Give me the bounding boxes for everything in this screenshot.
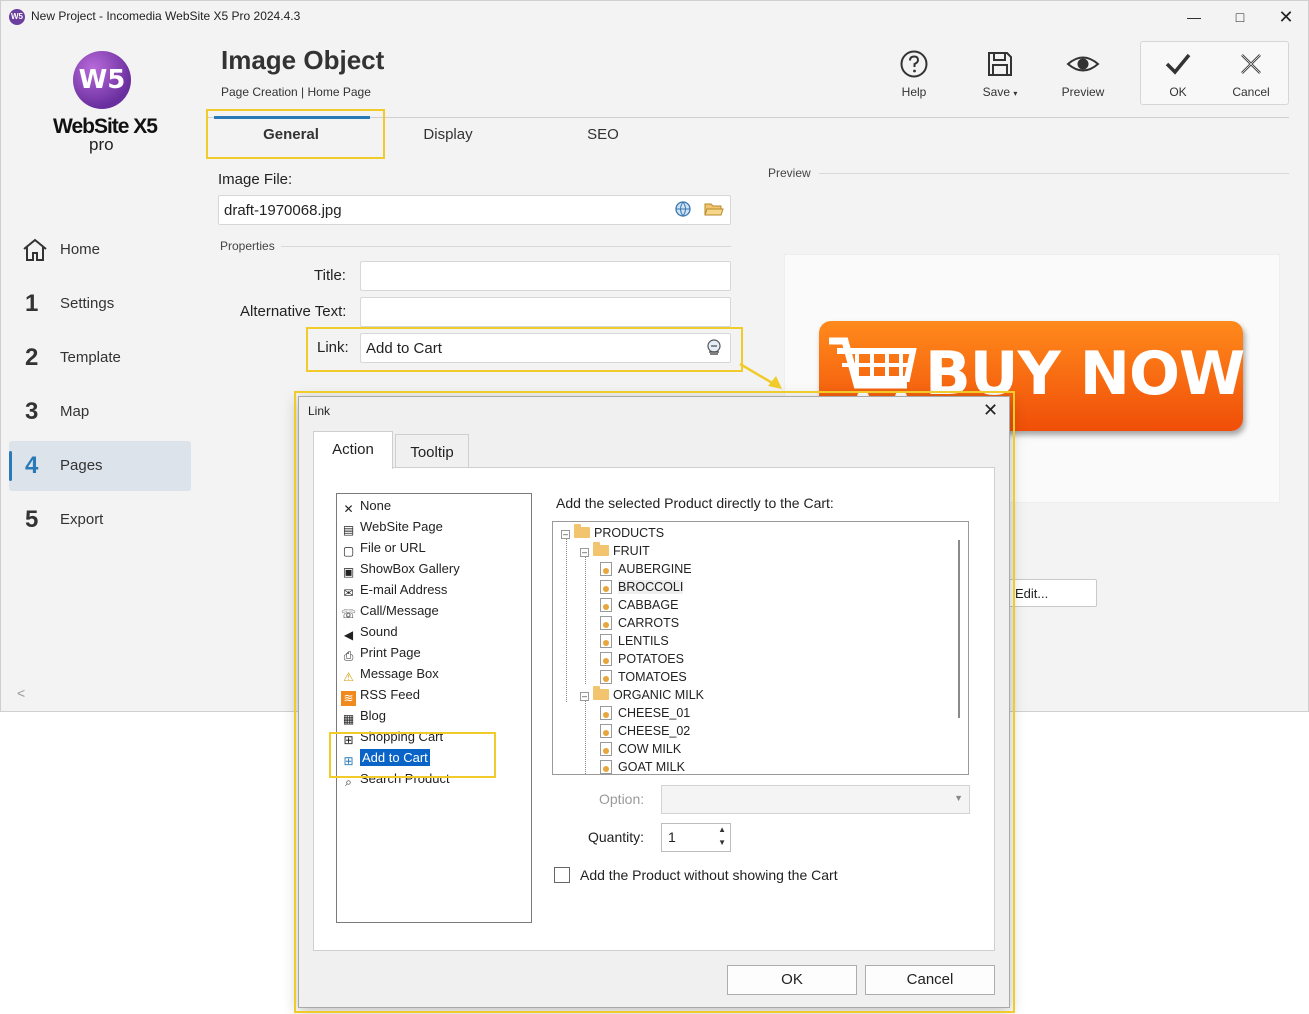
page-title: Image Object [221,45,385,75]
breadcrumb: Page Creation | Home Page [221,85,371,99]
window-title: New Project - Incomedia WebSite X5 Pro 2… [31,9,301,23]
properties-label: Properties [220,239,275,253]
highlight-box [306,327,743,372]
help-button[interactable]: Help [878,45,950,101]
maximize-button[interactable]: □ [1217,5,1263,29]
cancel-icon [1241,54,1261,74]
highlight-box [206,109,385,159]
folder-open-icon[interactable] [704,200,724,218]
image-file-value: draft-1970068.jpg [224,202,342,219]
help-icon [900,50,928,78]
title-field[interactable] [360,261,731,291]
sidebar-item-home[interactable]: Home [9,225,191,275]
sidebar-item-template[interactable]: 2 Template [9,333,191,383]
logo-icon: W5 [73,51,131,109]
close-window-button[interactable]: ✕ [1263,5,1309,29]
sidebar-item-label: Settings [60,295,115,312]
image-file-label: Image File: [218,171,293,188]
sidebar-item-map[interactable]: 3 Map [9,387,191,437]
eye-icon [1066,56,1100,72]
ok-button[interactable]: OK [1142,45,1214,101]
step-number: 1 [25,290,39,317]
properties-divider [281,246,731,247]
preview-label: Preview [768,166,811,180]
save-button[interactable]: Save ▾ [964,45,1036,101]
step-number: 2 [25,344,39,371]
alt-text-field[interactable] [360,297,731,327]
image-file-field[interactable]: draft-1970068.jpg [218,195,731,225]
help-label: Help [901,85,927,99]
highlight-box [294,391,1015,1013]
step-number: 5 [25,506,39,533]
sidebar-item-label: Export [60,511,104,528]
sidebar-item-export[interactable]: 5 Export [9,495,191,545]
tab-seo[interactable]: SEO [528,126,678,143]
globe-icon[interactable] [674,200,692,218]
minimize-button[interactable]: — [1171,5,1217,29]
logo-edition: pro [89,135,114,154]
sidebar-item-label: Template [60,349,121,366]
save-label: Save [982,85,1010,99]
sidebar-item-settings[interactable]: 1 Settings [9,279,191,329]
sidebar-item-label: Home [60,241,101,258]
checkmark-icon [1165,53,1191,75]
edit-button[interactable]: Edit... [1006,579,1097,607]
preview-button[interactable]: Preview [1047,45,1119,101]
preview-divider [819,173,1289,174]
callout-arrow-icon [739,362,782,389]
tab-display[interactable]: Display [373,126,523,143]
app-icon: W5 [9,9,25,25]
step-number: 3 [25,398,39,425]
save-icon [988,52,1012,76]
save-dropdown-icon[interactable]: ▾ [1013,89,1017,98]
title-bar: W5 New Project - Incomedia WebSite X5 Pr… [1,1,1308,33]
step-number: 4 [25,452,39,479]
tab-action[interactable]: Action [313,431,393,469]
sidebar-item-pages[interactable]: 4 Pages [9,441,191,491]
preview-label: Preview [1061,85,1105,99]
title-label: Title: [314,267,346,284]
sidebar-item-label: Pages [60,457,103,474]
ok-label: OK [1169,85,1187,99]
home-icon [23,238,47,261]
cancel-label: Cancel [1232,85,1270,99]
sidebar-item-label: Map [60,403,90,420]
alt-text-label: Alternative Text: [240,303,347,320]
cancel-button[interactable]: Cancel [1215,45,1287,101]
collapse-sidebar-icon[interactable]: < [17,685,25,701]
